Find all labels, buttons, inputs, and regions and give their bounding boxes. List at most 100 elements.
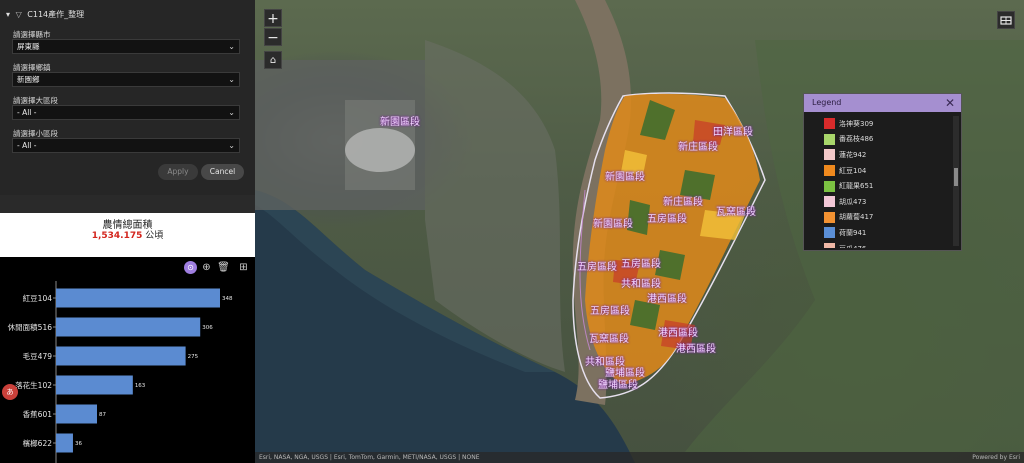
attribution-text: Esri, NASA, NGA, USGS | Esri, TomTom, Ga… [259,454,480,461]
filter-icon: ▽ [15,10,22,19]
legend-swatch [824,133,835,145]
y-tick-label: 檳榔622 [23,438,53,448]
legend-item-label: 蓮花942 [839,150,867,159]
bar-chart: 紅豆104 348 休閒面積516 306 毛豆479 275 落花生102 163 香蕉601… [8,281,233,463]
map-area-label[interactable]: 五房區段 [621,255,661,270]
legend-swatch [824,196,835,208]
map-area-label[interactable]: 鹽埔區段 [598,376,638,391]
data-label: 348 [222,296,233,302]
basemap-gallery-button[interactable] [997,11,1015,29]
map-area-label[interactable]: 新園區段 [605,168,645,183]
legend-panel: Legend ✕ 洛神葵309 番荔枝486 蓮花942 紅豆104 紅龍果651 胡瓜4… [803,93,962,251]
chevron-down-icon: ⌄ [228,42,235,51]
legend-item-label: 豆瓜476 [839,244,866,248]
map-area-label[interactable]: 瓦窯區段 [589,330,629,345]
legend-item-label: 洛神葵309 [839,119,874,128]
legend-list[interactable]: 洛神葵309 番荔枝486 蓮花942 紅豆104 紅龍果651 胡瓜473 胡蘿蔔417 荷… [804,116,951,248]
accessibility-icon[interactable]: あ [2,384,18,400]
map-area-label[interactable]: 新園區段 [593,215,633,230]
basemap-icon [1000,16,1012,25]
y-tick-label: 休閒面積516 [8,322,53,332]
app-root: 新園區段 田洋區段 新庄區段 新園區段 新庄區段 新園區段 瓦窯區段 五房區段 … [0,0,1024,463]
map-area-label[interactable]: 新園區段 [380,113,420,128]
close-icon[interactable]: ✕ [945,94,955,112]
chart-bar[interactable] [56,375,133,395]
legend-swatch [824,227,835,239]
legend-item-label: 胡瓜473 [839,197,867,206]
chevron-down-icon: ⌄ [228,141,235,150]
map-area-label[interactable]: 港西區段 [647,290,687,305]
cancel-button[interactable]: Cancel [201,164,244,180]
map-area-label[interactable]: 港西區段 [676,340,716,355]
y-tick-label: 香蕉601 [23,409,53,419]
town-select[interactable]: 新園鄉 ⌄ [12,72,240,87]
major-section-value: - All - [17,108,37,117]
county-select[interactable]: 屏東縣 ⌄ [12,39,240,54]
filter-panel: ▾ ▽ C114產作_整理 請選擇縣市 屏東縣 ⌄ 請選擇鄉鎮 新園鄉 ⌄ 請選… [0,0,255,195]
map-area-label[interactable]: 田洋區段 [713,123,753,138]
map-area-label[interactable]: 港西區段 [658,324,698,339]
home-button[interactable]: ⌂ [264,51,282,69]
legend-swatch [824,149,835,161]
map-area-label[interactable]: 五房區段 [647,210,687,225]
legend-item: 蓮花942 [804,147,951,163]
legend-swatch [824,165,835,177]
total-area-value-line: 1,534.175 公頃 [0,228,255,241]
powered-by-esri[interactable]: Powered by Esri [972,452,1020,463]
map-area-label[interactable]: 新庄區段 [678,138,718,153]
chart-bar[interactable] [56,317,201,337]
chart-bar[interactable] [56,346,186,366]
legend-item: 洛神葵309 [804,116,951,132]
zoom-in-button[interactable]: + [264,9,282,27]
chevron-down-icon: ⌄ [228,75,235,84]
data-label: 306 [202,325,213,331]
y-tick-label: 毛豆479 [23,351,53,361]
map-area-label[interactable]: 瓦窯區段 [716,203,756,218]
legend-item: 胡瓜473 [804,194,951,210]
legend-item-label: 番荔枝486 [839,135,874,144]
bar-chart-panel: ⊙ ⊕ 🗑 ⊞ 紅豆104 348 休閒面積516 306 毛豆479 275 落花生102… [0,257,255,463]
map-area-label[interactable]: 五房區段 [577,258,617,273]
y-tick-label: 落花生102 [15,380,52,390]
legend-title: Legend [812,98,842,107]
data-label: 275 [188,354,199,360]
legend-swatch [824,243,835,248]
chart-bar[interactable] [56,288,220,308]
zoom-out-button[interactable]: − [264,28,282,46]
scrollbar-thumb[interactable] [954,168,958,186]
data-label: 36 [75,441,82,447]
legend-item-label: 紅龍果651 [839,182,874,191]
legend-item: 胡蘿蔔417 [804,210,951,226]
legend-item: 豆瓜476 [804,241,951,248]
map-area-label[interactable]: 五房區段 [590,302,630,317]
minor-section-value: - All - [17,141,37,150]
chart-bar[interactable] [56,433,73,453]
data-label: 163 [135,383,146,389]
legend-item: 紅豆104 [804,163,951,179]
filter-title-text: C114產作_整理 [27,10,85,19]
county-value: 屏東縣 [17,42,40,51]
legend-scrollbar[interactable] [953,116,959,246]
y-tick-label: 紅豆104 [23,293,53,303]
map-area-label[interactable]: 共和區段 [621,275,661,290]
data-label: 87 [99,412,106,418]
apply-button[interactable]: Apply [158,164,198,180]
major-section-select[interactable]: - All - ⌄ [12,105,240,120]
legend-item: 荷蘭941 [804,225,951,241]
chevron-down-icon: ⌄ [228,108,235,117]
map-area-label[interactable]: 新庄區段 [663,193,703,208]
chart-bar[interactable] [56,404,97,424]
legend-swatch [824,180,835,192]
legend-item: 紅龍果651 [804,178,951,194]
legend-item: 番荔枝486 [804,132,951,148]
filter-title[interactable]: ▾ ▽ C114產作_整理 [6,9,84,20]
legend-header: Legend ✕ [804,94,961,112]
total-area-indicator: 農情總面積 1,534.175 公頃 [0,213,255,257]
collapse-icon[interactable]: ▾ [6,10,10,19]
total-area-unit: 公頃 [145,231,164,241]
total-area-value: 1,534.175 [91,231,143,241]
legend-swatch [824,211,835,223]
legend-swatch [824,118,835,130]
minor-section-select[interactable]: - All - ⌄ [12,138,240,153]
legend-item-label: 荷蘭941 [839,228,867,237]
